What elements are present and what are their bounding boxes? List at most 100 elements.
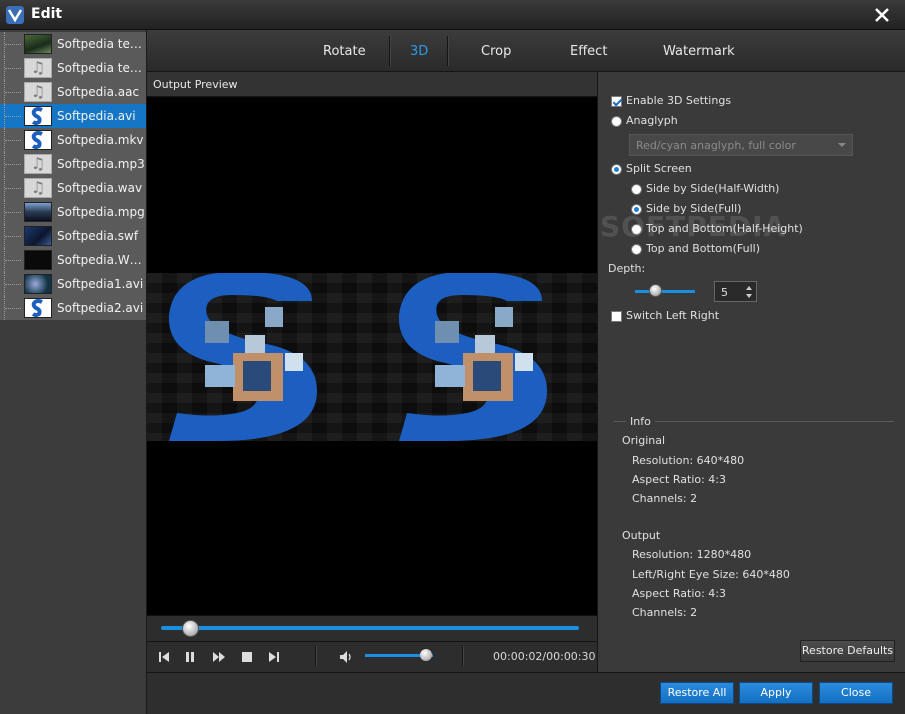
video-thumbnail bbox=[24, 202, 52, 222]
video-thumbnail bbox=[24, 34, 52, 54]
fast-forward-icon[interactable] bbox=[210, 648, 228, 666]
depth-slider-handle[interactable] bbox=[649, 284, 662, 297]
settings-panel: Enable 3D Settings Anaglyph Red/cyan ana… bbox=[597, 72, 905, 672]
tree-connector bbox=[4, 296, 22, 320]
tree-connector bbox=[4, 56, 22, 80]
output-aspect-ratio: Aspect Ratio: 4:3 bbox=[632, 587, 727, 600]
playback-time: 00:00:02/00:00:30 bbox=[493, 650, 596, 663]
file-list-item[interactable]: Softpedia test ... bbox=[0, 32, 146, 56]
original-heading: Original bbox=[622, 434, 666, 447]
tab-3d[interactable]: 3D bbox=[410, 44, 428, 59]
restore-defaults-button[interactable]: Restore Defaults bbox=[800, 640, 895, 662]
seek-handle[interactable] bbox=[182, 620, 200, 637]
depth-label: Depth: bbox=[608, 262, 646, 275]
close-window-icon[interactable] bbox=[871, 4, 893, 26]
split-screen-label: Split Screen bbox=[626, 162, 692, 175]
tree-connector bbox=[4, 248, 22, 272]
anaglyph-mode-dropdown[interactable]: Red/cyan anaglyph, full color bbox=[629, 134, 853, 156]
title-bar: Edit bbox=[0, 0, 905, 30]
output-preview bbox=[147, 97, 597, 615]
file-list-item[interactable]: ♫ Softpedia.mp3 bbox=[0, 152, 146, 176]
switch-left-right-checkbox[interactable] bbox=[611, 311, 622, 322]
file-name: Softpedia.swf bbox=[57, 229, 139, 243]
depth-value: 5 bbox=[721, 286, 728, 299]
anaglyph-radio[interactable] bbox=[611, 116, 622, 127]
side-by-side-preview-image bbox=[147, 273, 597, 441]
tab-bar: Rotate 3D Crop Effect Watermark bbox=[147, 30, 905, 72]
file-list-item[interactable]: Softpedia1.avi bbox=[0, 272, 146, 296]
video-thumbnail bbox=[24, 274, 52, 294]
file-name: Softpedia.avi bbox=[57, 109, 136, 123]
file-list-item[interactable]: ♫ Softpedia.aac bbox=[0, 80, 146, 104]
file-name: Softpedia.aac bbox=[57, 85, 140, 99]
output-eye-size: Left/Right Eye Size: 640*480 bbox=[632, 568, 790, 581]
tree-connector bbox=[4, 32, 22, 56]
bottom-action-bar: Restore All Apply Close bbox=[147, 672, 905, 714]
seek-bar-area bbox=[147, 615, 597, 641]
file-list-item[interactable]: Softpedia2.avi bbox=[0, 296, 146, 320]
file-name: Softpedia.mkv bbox=[57, 133, 144, 147]
file-list-item[interactable]: Softpedia.mpg bbox=[0, 200, 146, 224]
tree-connector bbox=[4, 200, 22, 224]
original-aspect-ratio: Aspect Ratio: 4:3 bbox=[632, 473, 727, 486]
file-list: Softpedia test ... ♫ Softpedia test.... ♫ So… bbox=[0, 30, 147, 714]
file-list-item[interactable]: ♫ Softpedia test.... bbox=[0, 56, 146, 80]
close-button[interactable]: Close bbox=[819, 682, 893, 704]
side-by-side-half-radio[interactable] bbox=[631, 184, 642, 195]
spin-up-icon[interactable] bbox=[746, 286, 752, 290]
output-channels: Channels: 2 bbox=[632, 606, 698, 619]
controls-separator bbox=[462, 646, 463, 666]
volume-icon[interactable] bbox=[337, 648, 355, 666]
playback-controls: 00:00:02/00:00:30 bbox=[147, 641, 597, 671]
tab-watermark[interactable]: Watermark bbox=[663, 44, 735, 59]
pause-icon[interactable] bbox=[181, 648, 199, 666]
tab-crop[interactable]: Crop bbox=[481, 44, 511, 59]
video-thumbnail bbox=[24, 250, 52, 270]
depth-spinbox[interactable]: 5 bbox=[714, 281, 757, 302]
tab-separator bbox=[389, 36, 390, 66]
spin-down-icon[interactable] bbox=[746, 294, 752, 298]
file-name: Softpedia.WMV bbox=[57, 253, 145, 267]
watermark-text: SOFTPEDIA bbox=[600, 210, 787, 243]
file-list-item[interactable]: Softpedia.avi bbox=[0, 104, 146, 128]
switch-left-right-label: Switch Left Right bbox=[626, 309, 720, 322]
controls-separator bbox=[315, 646, 316, 666]
tree-connector bbox=[4, 176, 22, 200]
top-bottom-full-label: Top and Bottom(Full) bbox=[646, 242, 760, 255]
file-list-item[interactable]: Softpedia.swf bbox=[0, 224, 146, 248]
skip-next-icon[interactable] bbox=[265, 648, 283, 666]
app-logo-icon bbox=[6, 6, 24, 24]
tab-effect[interactable]: Effect bbox=[570, 44, 607, 59]
seek-track[interactable] bbox=[161, 626, 579, 630]
tab-rotate[interactable]: Rotate bbox=[323, 44, 366, 59]
enable-3d-label: Enable 3D Settings bbox=[626, 94, 732, 107]
file-name: Softpedia test ... bbox=[57, 37, 145, 51]
apply-button[interactable]: Apply bbox=[739, 682, 813, 704]
chevron-down-icon bbox=[838, 143, 846, 147]
file-name: Softpedia test.... bbox=[57, 61, 145, 75]
video-frame bbox=[147, 273, 597, 441]
video-thumbnail bbox=[24, 298, 52, 318]
info-title: Info bbox=[626, 415, 655, 428]
output-resolution: Resolution: 1280*480 bbox=[632, 548, 752, 561]
tree-connector bbox=[4, 224, 22, 248]
tree-connector bbox=[4, 152, 22, 176]
preview-label: Output Preview bbox=[153, 78, 238, 91]
split-screen-radio[interactable] bbox=[611, 164, 622, 175]
restore-all-button[interactable]: Restore All bbox=[660, 682, 734, 704]
file-list-item[interactable]: Softpedia.WMV bbox=[0, 248, 146, 272]
stop-icon[interactable] bbox=[238, 648, 256, 666]
skip-previous-icon[interactable] bbox=[155, 648, 173, 666]
anaglyph-mode-value: Red/cyan anaglyph, full color bbox=[636, 139, 796, 152]
info-divider bbox=[614, 421, 894, 422]
depth-slider-track[interactable] bbox=[635, 290, 695, 293]
original-resolution: Resolution: 640*480 bbox=[632, 454, 745, 467]
file-list-item[interactable]: Softpedia.mkv bbox=[0, 128, 146, 152]
enable-3d-checkbox[interactable] bbox=[611, 96, 622, 107]
top-bottom-full-radio[interactable] bbox=[631, 244, 642, 255]
anaglyph-label: Anaglyph bbox=[626, 114, 678, 127]
output-heading: Output bbox=[622, 529, 661, 542]
file-list-item[interactable]: ♫ Softpedia.wav bbox=[0, 176, 146, 200]
tab-separator bbox=[447, 36, 448, 66]
volume-handle[interactable] bbox=[420, 649, 433, 661]
